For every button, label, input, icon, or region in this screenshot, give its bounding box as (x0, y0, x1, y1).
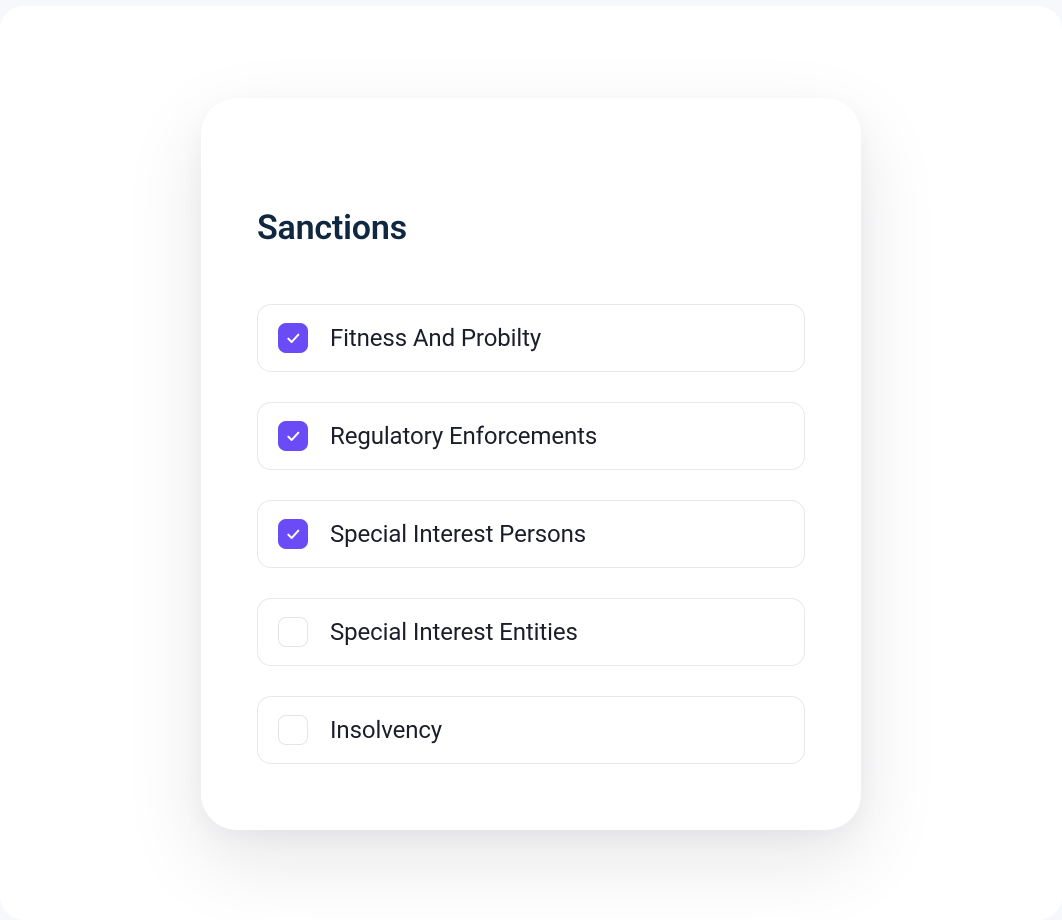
option-label: Special Interest Persons (330, 520, 586, 548)
option-label: Special Interest Entities (330, 618, 578, 646)
checkbox[interactable] (278, 421, 308, 451)
checkbox[interactable] (278, 617, 308, 647)
option-label: Regulatory Enforcements (330, 422, 597, 450)
check-icon (285, 330, 301, 346)
option-special-interest-persons[interactable]: Special Interest Persons (257, 500, 805, 568)
page-container: Sanctions Fitness And Probilty Regulator… (0, 6, 1062, 920)
checkbox[interactable] (278, 715, 308, 745)
checkbox[interactable] (278, 323, 308, 353)
check-icon (285, 428, 301, 444)
option-special-interest-entities[interactable]: Special Interest Entities (257, 598, 805, 666)
option-label: Fitness And Probilty (330, 324, 541, 352)
option-insolvency[interactable]: Insolvency (257, 696, 805, 764)
check-icon (285, 526, 301, 542)
options-list: Fitness And Probilty Regulatory Enforcem… (257, 304, 805, 764)
sanctions-card: Sanctions Fitness And Probilty Regulator… (201, 98, 861, 830)
option-label: Insolvency (330, 716, 442, 744)
checkbox[interactable] (278, 519, 308, 549)
card-title: Sanctions (257, 208, 805, 248)
option-fitness-and-probilty[interactable]: Fitness And Probilty (257, 304, 805, 372)
option-regulatory-enforcements[interactable]: Regulatory Enforcements (257, 402, 805, 470)
